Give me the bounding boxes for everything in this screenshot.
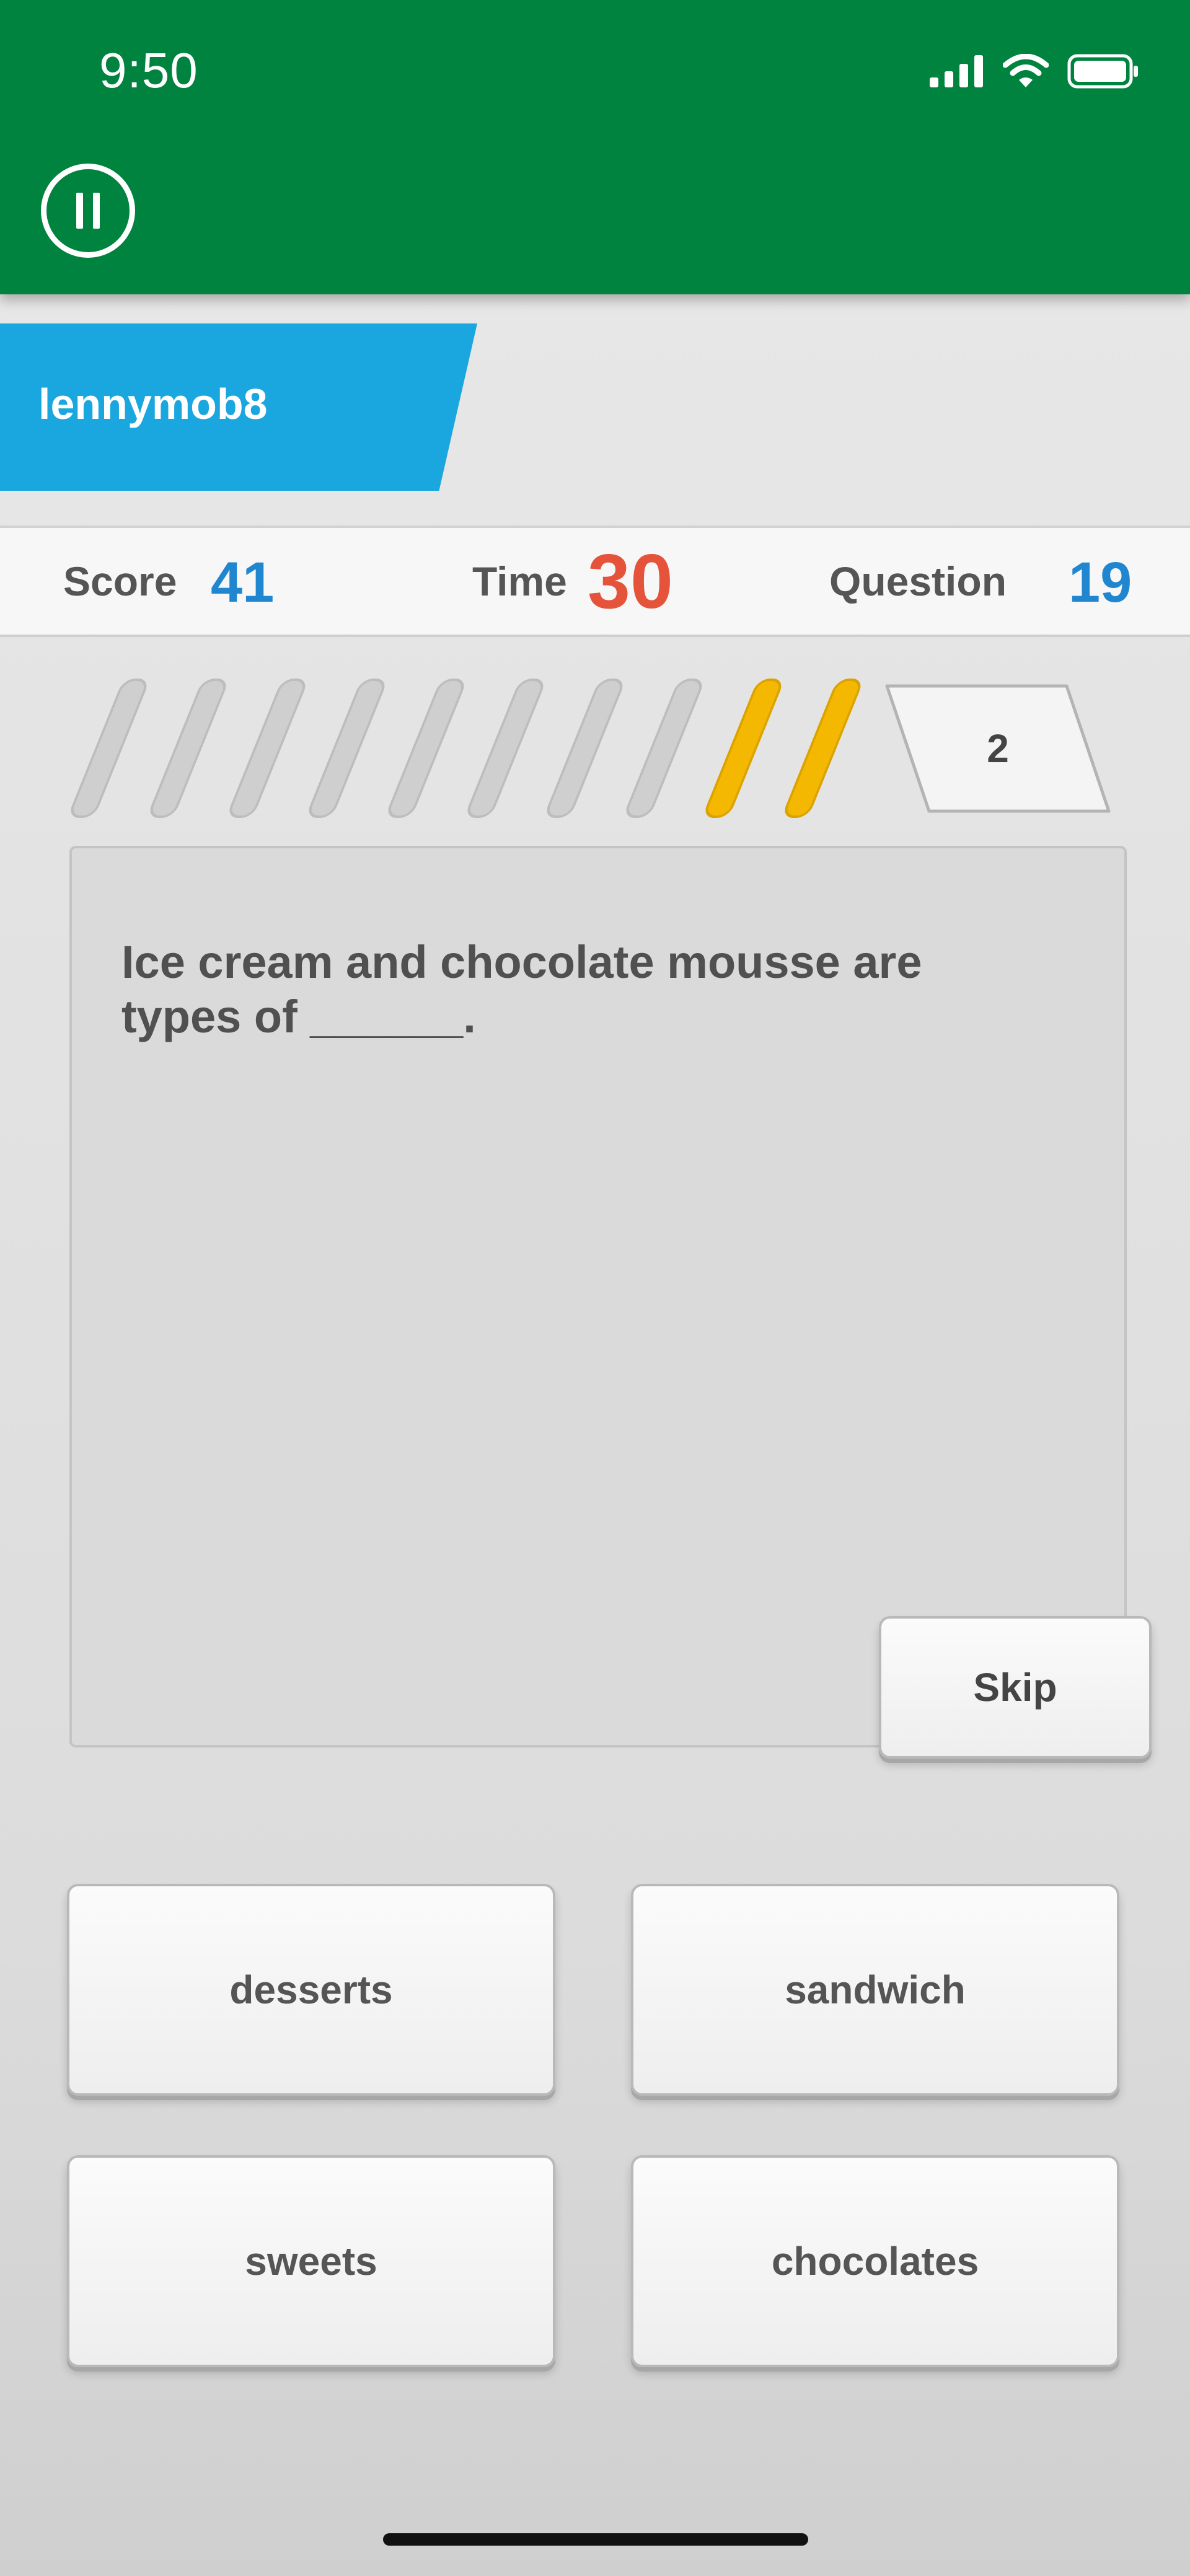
- progress-stripe-empty: [464, 679, 547, 818]
- stats-bar: Score 41 Time 30 Question 19: [0, 525, 1190, 637]
- question-text: Ice cream and chocolate mousse are types…: [121, 936, 922, 1042]
- score-label: Score: [63, 558, 177, 604]
- progress-stripe-empty: [146, 679, 230, 818]
- player-tab: lennymob8: [0, 323, 477, 491]
- progress-stripe-empty: [543, 679, 627, 818]
- progress-counter-value: 2: [987, 726, 1009, 771]
- progress-stripes: [67, 679, 935, 818]
- answer-button-chocolates[interactable]: chocolates: [631, 2155, 1119, 2367]
- battery-icon: [1067, 54, 1140, 92]
- top-header: 9:50: [0, 0, 1190, 294]
- cellular-signal-icon: [930, 55, 984, 90]
- progress-stripe-empty: [305, 679, 389, 818]
- score-value: 41: [211, 551, 275, 614]
- wifi-icon: [1002, 53, 1049, 92]
- player-name: lennymob8: [38, 380, 268, 428]
- progress-stripe-empty: [226, 679, 309, 818]
- progress-stripe-filled: [702, 679, 785, 818]
- answer-button-desserts[interactable]: desserts: [67, 1884, 555, 2096]
- answer-button-sweets[interactable]: sweets: [67, 2155, 555, 2367]
- time-label: Time: [472, 558, 567, 604]
- answer-button-sandwich[interactable]: sandwich: [631, 1884, 1119, 2096]
- progress-stripe-empty: [67, 679, 151, 818]
- progress-counter: 2: [883, 684, 1113, 814]
- question-label: Question: [829, 558, 1007, 604]
- status-icons: [930, 51, 1140, 94]
- pause-button[interactable]: [41, 164, 135, 258]
- home-indicator[interactable]: [383, 2533, 808, 2546]
- pause-icon: [76, 193, 100, 229]
- progress-stripe-empty: [384, 679, 468, 818]
- progress-stripe-filled: [781, 679, 865, 818]
- skip-button[interactable]: Skip: [879, 1616, 1152, 1759]
- question-value: 19: [1069, 551, 1132, 614]
- question-card: Ice cream and chocolate mousse are types…: [69, 846, 1127, 1747]
- progress-stripe-empty: [622, 679, 706, 818]
- status-time: 9:50: [99, 43, 198, 98]
- time-value: 30: [588, 539, 673, 625]
